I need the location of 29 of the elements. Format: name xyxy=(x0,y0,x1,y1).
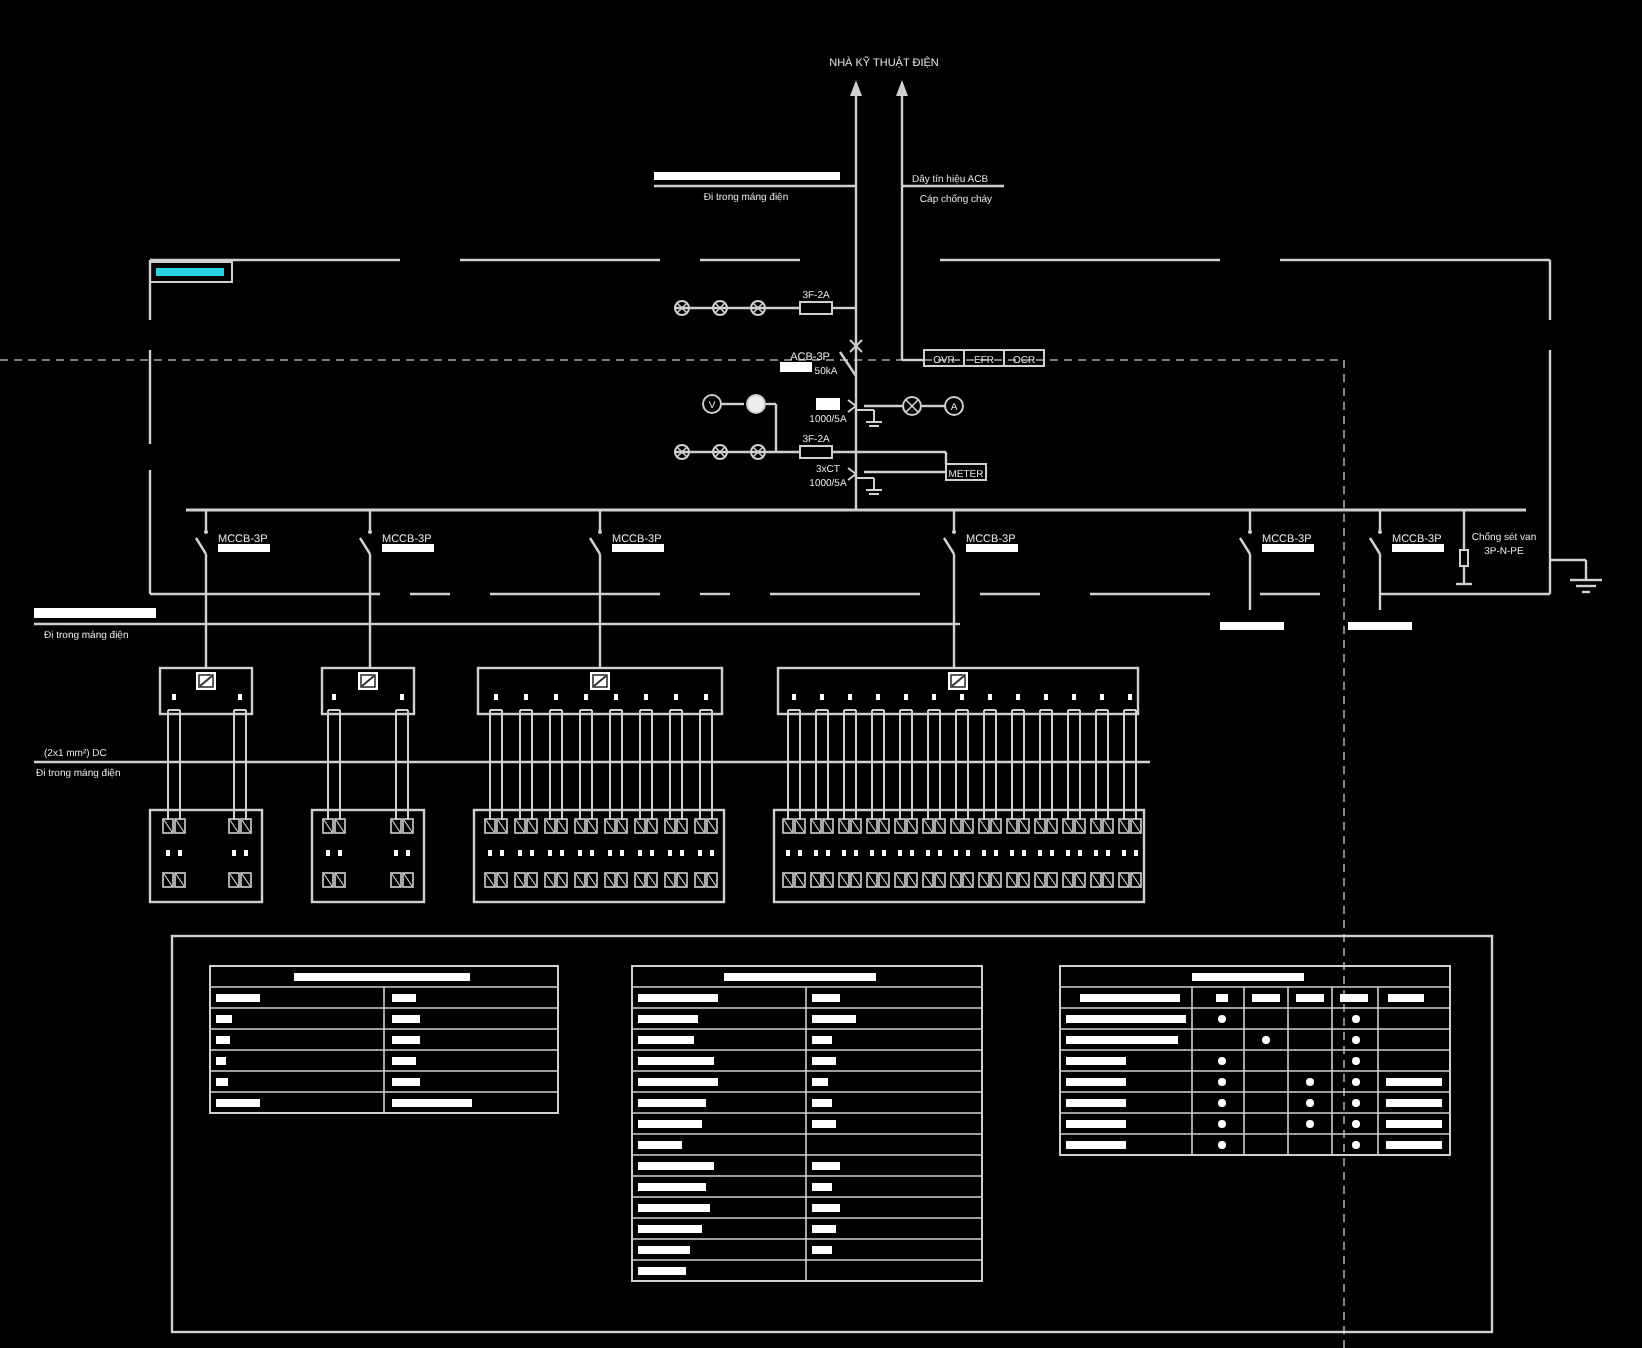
meter-wire xyxy=(864,452,948,474)
selector-switch-icon xyxy=(746,394,766,414)
feeder-breaker-drawing xyxy=(1239,510,1252,610)
redacted-label-bar xyxy=(780,362,812,372)
redacted-label-bar xyxy=(34,608,156,618)
feeder-breaker-drawing xyxy=(1369,510,1382,610)
ammeter-switch-icon xyxy=(902,396,922,416)
current-transformer-symbol xyxy=(847,467,883,495)
redacted-label-bar xyxy=(1392,544,1444,552)
ground-symbol xyxy=(1550,558,1602,594)
redacted-label-bar xyxy=(612,544,664,552)
terminal-block-drawing xyxy=(310,808,426,904)
redacted-label-bar xyxy=(1262,544,1314,552)
surge-arrester-symbol xyxy=(1456,510,1472,586)
enclosure-tag xyxy=(149,261,233,283)
redacted-label-bar xyxy=(1220,622,1284,630)
field-wiring-drawing xyxy=(167,709,247,821)
redacted-label-bar xyxy=(382,544,434,552)
redacted-label-bar xyxy=(816,398,840,410)
redacted-label-bar xyxy=(218,544,270,552)
field-wiring-drawing xyxy=(327,709,409,821)
relay-wire xyxy=(902,358,924,362)
distribution-box-drawing xyxy=(158,666,254,716)
breaker-symbol xyxy=(839,339,863,377)
distribution-box-drawing xyxy=(320,666,416,716)
current-transformer-symbol xyxy=(847,399,883,427)
terminal-block-drawing xyxy=(148,808,264,904)
redacted-label-bar xyxy=(1348,622,1412,630)
redacted-label-bar xyxy=(966,544,1018,552)
